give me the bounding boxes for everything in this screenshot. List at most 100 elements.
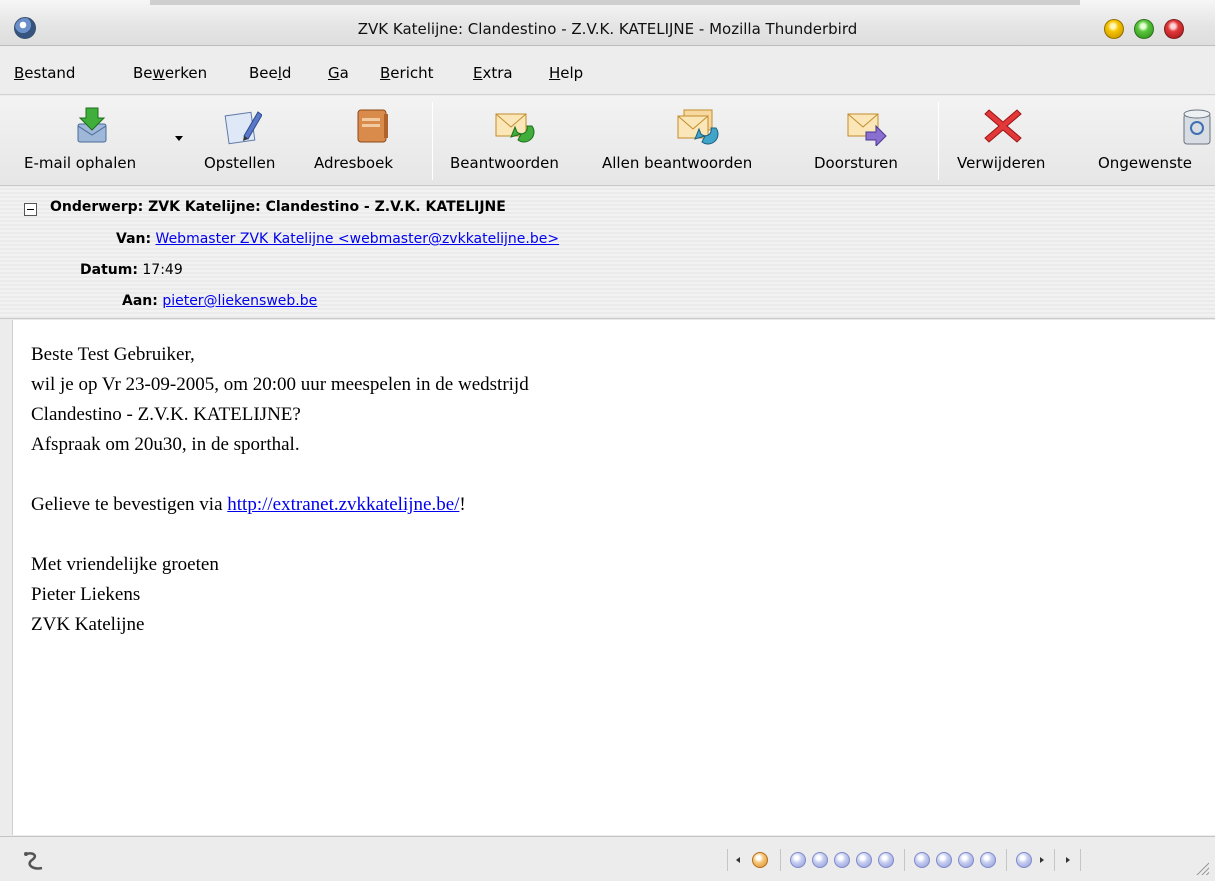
from-link[interactable]: Webmaster ZVK Katelijne <webmaster@zvkka… [156, 231, 560, 247]
collapse-header-icon[interactable] [24, 203, 37, 216]
body-line: Met vriendelijke groeten [31, 554, 219, 575]
thunderbird-window: ZVK Katelijne: Clandestino - Z.V.K. KATE… [0, 0, 1215, 881]
get-mail-icon [77, 107, 107, 143]
title-bar-top-edge [150, 0, 1080, 5]
compose-icon [224, 111, 262, 145]
menu-bestand[interactable]: Bestand [14, 64, 75, 82]
menu-extra[interactable]: Extra [473, 64, 513, 82]
media-pause-icon[interactable] [834, 852, 850, 868]
media-stop-icon[interactable] [856, 852, 872, 868]
message-text: Beste Test Gebruiker, wil je op Vr 23-09… [31, 340, 529, 640]
menu-bar: Bestand Bewerken Beeld Ga Bericht Extra … [0, 47, 1215, 95]
to-label: Aan: [122, 293, 158, 309]
compose-button[interactable]: Opstellen [200, 96, 300, 186]
maximize-button[interactable] [1134, 19, 1154, 39]
extranet-link[interactable]: http://extranet.zvkkatelijne.be/ [227, 494, 459, 515]
menu-ga-label: Ga [328, 64, 349, 82]
media-separator [1080, 849, 1081, 871]
toolbar-separator [432, 102, 433, 180]
menu-extra-label: Extra [473, 64, 513, 82]
media-eject-icon[interactable] [936, 852, 952, 868]
body-line: Clandestino - Z.V.K. KATELIJNE? [31, 404, 301, 425]
media-music-icon[interactable] [752, 852, 768, 868]
media-note-icon[interactable] [914, 852, 930, 868]
reply-icon [495, 113, 535, 143]
message-header: Onderwerp: ZVK Katelijne: Clandestino - … [0, 187, 1215, 319]
reply-button[interactable]: Beantwoorden [446, 96, 586, 186]
delete-icon [984, 109, 1022, 143]
get-mail-dropdown-icon[interactable] [175, 136, 183, 141]
menu-bewerken-label: Bewerken [133, 64, 208, 82]
reply-all-icon [677, 109, 719, 145]
media-volume-icon[interactable] [1016, 852, 1032, 868]
body-blank [31, 520, 529, 550]
from-label: Van: [116, 231, 152, 247]
media-separator [1006, 849, 1007, 871]
junk-icon [1183, 109, 1211, 145]
menu-beeld-label: Beeld [249, 64, 292, 82]
address-book-label: Adresboek [314, 154, 394, 172]
menu-beeld[interactable]: Beeld [249, 64, 291, 82]
status-bar [0, 836, 1215, 881]
body-line: wil je op Vr 23-09-2005, om 20:00 uur me… [31, 374, 529, 395]
media-controls [727, 849, 1187, 871]
menu-bericht-label: Bericht [380, 64, 434, 82]
forward-button[interactable]: Doorsturen [810, 96, 930, 186]
reply-all-label: Allen beantwoorden [602, 154, 753, 172]
confirm-prefix: Gelieve te bevestigen via [31, 494, 228, 515]
menu-bericht[interactable]: Bericht [380, 64, 434, 82]
body-line: Beste Test Gebruiker, [31, 344, 195, 365]
message-body: Beste Test Gebruiker, wil je op Vr 23-09… [12, 320, 1215, 835]
online-status-icon[interactable] [22, 850, 48, 872]
menu-ga[interactable]: Ga [328, 64, 349, 82]
media-volume-arrow-icon[interactable] [1040, 857, 1044, 863]
body-line: Afspraak om 20u30, in de sporthal. [31, 434, 300, 455]
window-title: ZVK Katelijne: Clandestino - Z.V.K. KATE… [357, 20, 858, 38]
get-mail-button[interactable]: E-mail ophalen [20, 96, 170, 186]
to-link[interactable]: pieter@liekensweb.be [162, 293, 317, 309]
menu-bestand-label: Bestand [14, 64, 76, 82]
menu-bewerken[interactable]: Bewerken [133, 64, 207, 82]
address-book-icon [357, 109, 388, 143]
confirm-suffix: ! [459, 494, 466, 515]
to-row: Aan: pieter@liekensweb.be [122, 293, 317, 309]
toolbar-separator [938, 102, 939, 180]
from-row: Van: Webmaster ZVK Katelijne <webmaster@… [116, 231, 559, 247]
subject-label: Onderwerp: [50, 199, 144, 215]
menu-help-label: Help [549, 64, 584, 82]
subject-row: Onderwerp: ZVK Katelijne: Clandestino - … [50, 199, 506, 215]
media-down-icon[interactable] [980, 852, 996, 868]
junk-label: Ongewenste [1098, 154, 1192, 172]
subject-value: ZVK Katelijne: Clandestino - Z.V.K. KATE… [148, 199, 506, 215]
body-line: ZVK Katelijne [31, 614, 145, 635]
main-toolbar: E-mail ophalen Opstellen Adresboek Beant… [0, 96, 1215, 186]
delete-label: Verwijderen [957, 154, 1046, 172]
date-row: Datum: 17:49 [80, 262, 183, 278]
body-line: Pieter Liekens [31, 584, 141, 605]
junk-button[interactable]: Ongewenste [1094, 96, 1215, 186]
forward-icon [847, 113, 887, 146]
media-up-icon[interactable] [958, 852, 974, 868]
delete-button[interactable]: Verwijderen [955, 96, 1075, 186]
close-button[interactable] [1164, 19, 1184, 39]
resize-grip[interactable] [1195, 861, 1209, 875]
get-mail-label: E-mail ophalen [24, 154, 137, 172]
media-separator [780, 849, 781, 871]
media-separator [904, 849, 905, 871]
address-book-button[interactable]: Adresboek [312, 96, 422, 186]
confirm-line: Gelieve te bevestigen via http://extrane… [31, 490, 529, 520]
title-bar: ZVK Katelijne: Clandestino - Z.V.K. KATE… [0, 0, 1215, 46]
media-next-icon[interactable] [878, 852, 894, 868]
media-separator [1054, 849, 1055, 871]
media-previous-icon[interactable] [790, 852, 806, 868]
body-blank [31, 460, 529, 490]
media-scroll-left-icon[interactable] [736, 857, 740, 863]
reply-all-button[interactable]: Allen beantwoorden [600, 96, 800, 186]
media-scroll-right-icon[interactable] [1066, 857, 1070, 863]
compose-label: Opstellen [204, 154, 276, 172]
reply-label: Beantwoorden [450, 154, 559, 172]
media-play-icon[interactable] [812, 852, 828, 868]
minimize-button[interactable] [1104, 19, 1124, 39]
menu-help[interactable]: Help [549, 64, 583, 82]
date-value: 17:49 [142, 262, 183, 278]
